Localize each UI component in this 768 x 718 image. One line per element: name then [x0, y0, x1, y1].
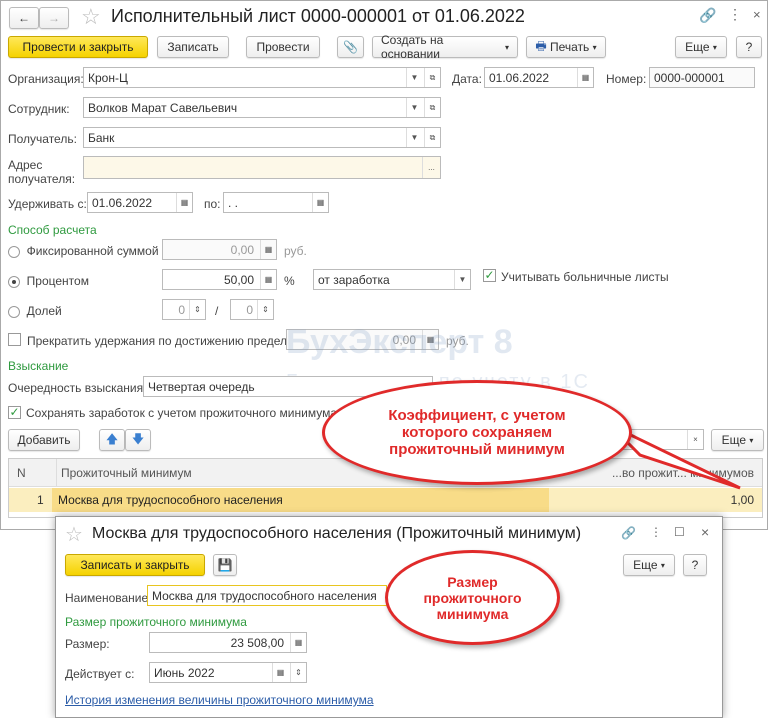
menu-dots-icon[interactable]: ⋮	[650, 525, 662, 539]
size-field[interactable]: 23 508,00 ▦	[149, 632, 307, 653]
valid-value: Июнь 2022	[154, 665, 215, 680]
close-icon[interactable]: ×	[701, 524, 709, 540]
more-label: Еще	[633, 558, 658, 572]
save-and-close-button[interactable]: Записать и закрыть	[65, 554, 205, 576]
favorite-star-icon[interactable]: ☆	[65, 522, 83, 547]
save-disk-icon[interactable]: 💾	[213, 554, 237, 576]
name-field[interactable]: Москва для трудоспособного населения	[147, 585, 387, 606]
link-icon[interactable]: 🔗	[621, 526, 636, 540]
calculator-icon[interactable]: ▦	[290, 633, 306, 652]
dialog-help-button[interactable]: ?	[683, 554, 707, 576]
size-value: 23 508,00	[230, 635, 284, 650]
maximize-icon[interactable]: ☐	[674, 525, 685, 539]
calendar-icon[interactable]: ▦	[272, 663, 288, 682]
valid-field[interactable]: Июнь 2022 ▦ ⇕	[149, 662, 307, 683]
dialog-title: Москва для трудоспособного населения (Пр…	[92, 525, 582, 542]
spinner-icon[interactable]: ⇕	[290, 663, 306, 682]
dialog-more-button[interactable]: Еще ▾	[623, 554, 675, 576]
history-link[interactable]: История изменения величины прожиточного …	[65, 693, 374, 707]
name-label: Наименование:	[65, 591, 152, 605]
valid-label: Действует с:	[65, 667, 135, 681]
size-label: Размер:	[65, 637, 110, 651]
callout-coefficient: Коэффициент, с учетом которого сохраняем…	[322, 380, 632, 485]
size-section-title: Размер прожиточного минимума	[65, 615, 247, 629]
dialog-window: ☆ Москва для трудоспособного населения (…	[55, 516, 723, 718]
callout-size: Размер прожиточного минимума	[385, 550, 560, 645]
